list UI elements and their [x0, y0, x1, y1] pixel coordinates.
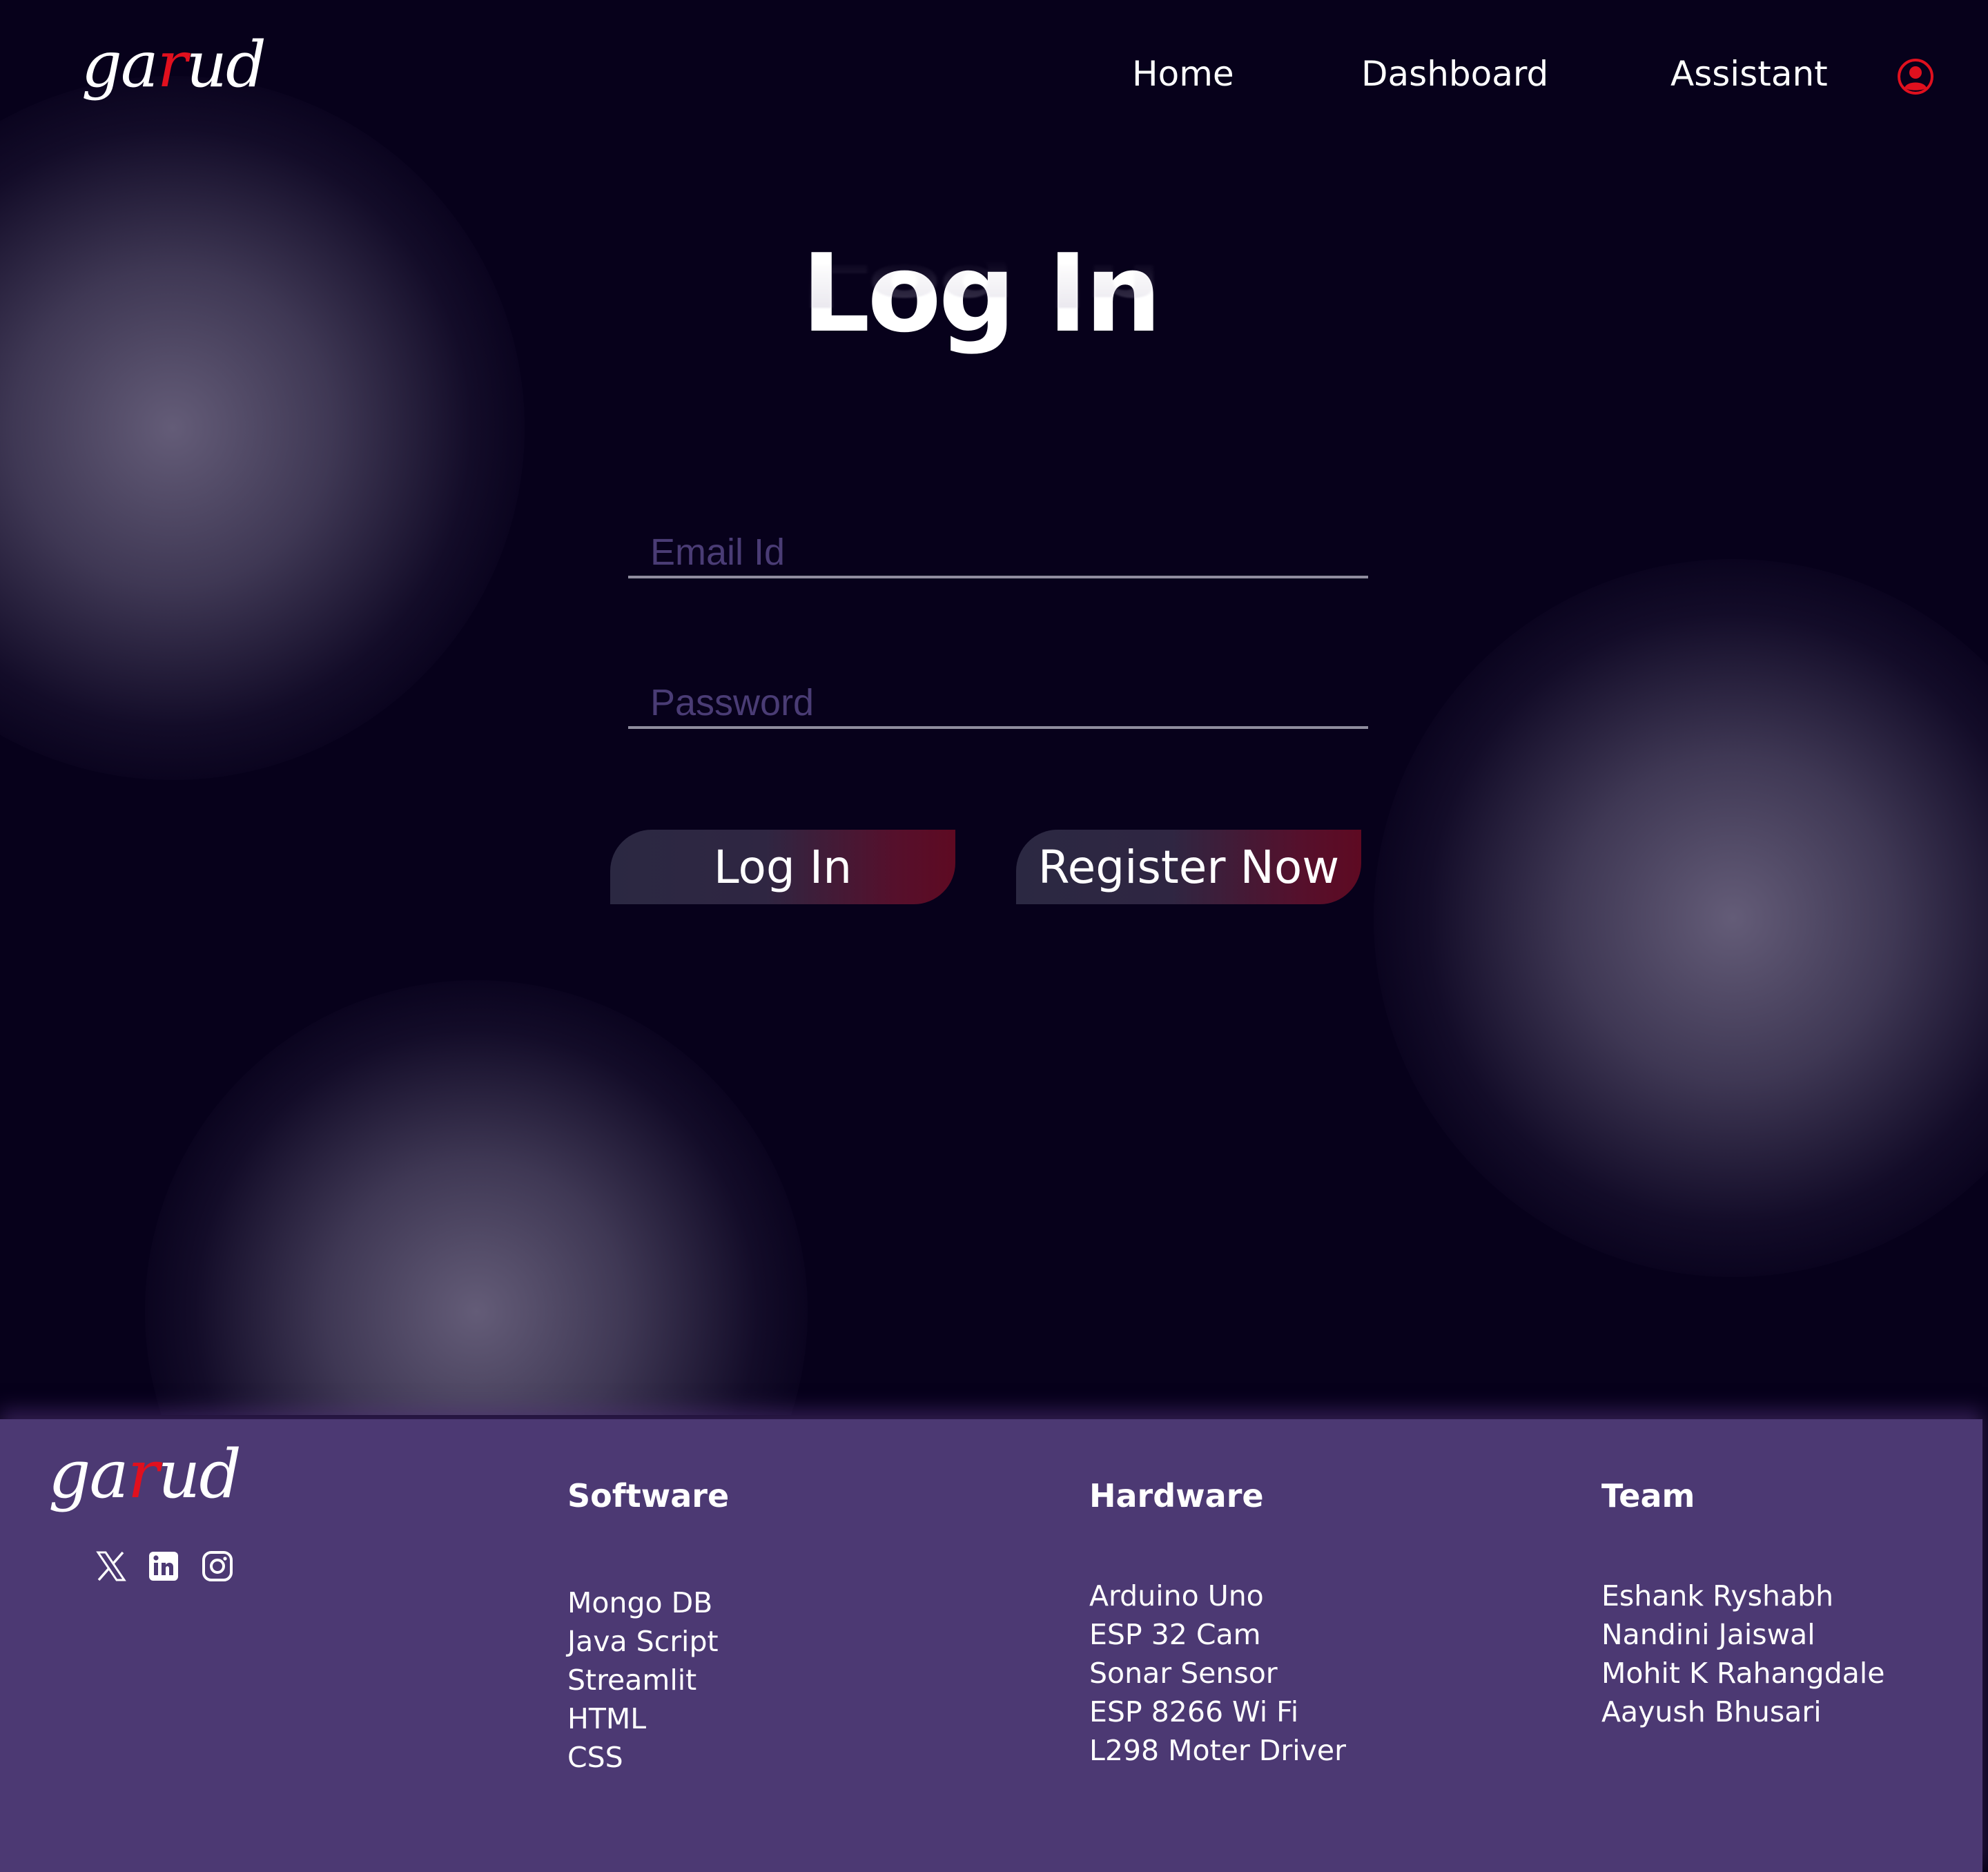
logo-text: ga — [48, 1436, 129, 1513]
logo-text: ud — [186, 28, 266, 101]
software-list: Mongo DB Java Script Streamlit HTML CSS — [567, 1583, 719, 1777]
instagram-icon[interactable] — [202, 1550, 233, 1582]
footer-heading-team: Team — [1601, 1477, 1695, 1514]
list-item: CSS — [567, 1741, 623, 1774]
list-item: Nandini Jaiswal — [1601, 1618, 1815, 1651]
footer-heading-hardware: Hardware — [1089, 1477, 1264, 1514]
list-item: HTML — [567, 1702, 647, 1735]
nav-home[interactable]: Home — [1132, 54, 1234, 94]
password-field[interactable] — [628, 679, 1368, 729]
list-item: Mohit K Rahangdale — [1601, 1657, 1885, 1690]
team-list: Eshank Ryshabh Nandini Jaiswal Mohit K R… — [1601, 1577, 1884, 1731]
hardware-list: Arduino Uno ESP 32 Cam Sonar Sensor ESP … — [1089, 1577, 1346, 1770]
title-block: Log In Log In — [759, 235, 1201, 435]
list-item: Eshank Ryshabh — [1601, 1579, 1834, 1612]
login-button[interactable]: Log In — [610, 830, 955, 904]
register-button[interactable]: Register Now — [1016, 830, 1361, 904]
list-item: ESP 8266 Wi Fi — [1089, 1695, 1299, 1728]
list-item: Arduino Uno — [1089, 1579, 1264, 1612]
header-logo[interactable]: garud — [81, 28, 266, 101]
page: garud Home Dashboard Assistant Log In Lo… — [0, 0, 1988, 1872]
list-item: Sonar Sensor — [1089, 1657, 1278, 1690]
user-circle-icon[interactable] — [1897, 58, 1934, 95]
list-item: Streamlit — [567, 1664, 697, 1697]
nav-dashboard[interactable]: Dashboard — [1361, 54, 1548, 94]
list-item: L298 Moter Driver — [1089, 1734, 1346, 1767]
linkedin-icon[interactable] — [148, 1550, 179, 1582]
background-glow — [1374, 559, 1988, 1277]
footer-logo[interactable]: garud — [48, 1436, 242, 1513]
logo-text-accent: r — [157, 28, 188, 101]
background-glow — [0, 76, 525, 780]
email-field[interactable] — [628, 529, 1368, 578]
footer-heading-software: Software — [567, 1477, 730, 1514]
logo-text: ga — [81, 28, 159, 101]
list-item: Aayush Bhusari — [1601, 1695, 1822, 1728]
logo-text-accent: r — [127, 1436, 159, 1513]
background-glow — [145, 980, 808, 1415]
nav-assistant[interactable]: Assistant — [1670, 54, 1828, 94]
page-title-reflection: Log In — [801, 251, 1159, 320]
list-item: Java Script — [567, 1625, 719, 1658]
list-item: Mongo DB — [567, 1586, 713, 1619]
logo-text: ud — [157, 1436, 242, 1513]
x-icon[interactable] — [95, 1550, 127, 1582]
list-item: ESP 32 Cam — [1089, 1618, 1261, 1651]
